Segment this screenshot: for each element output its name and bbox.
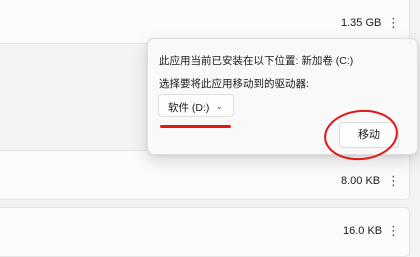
chevron-down-icon: ⌄ <box>215 101 223 111</box>
more-options-icon[interactable]: ⋮ <box>386 224 400 238</box>
drive-dropdown-value: 软件 (D:) <box>168 102 210 114</box>
red-underline-annotation <box>160 125 231 128</box>
app-size: 1.35 GB <box>341 17 382 29</box>
install-location-text: 此应用当前已安装在以下位置: 新加卷 (C:) <box>159 55 354 67</box>
app-size: 8.00 KB <box>341 175 381 187</box>
more-options-icon[interactable]: ⋮ <box>386 16 400 30</box>
more-options-icon[interactable]: ⋮ <box>386 174 400 188</box>
drive-dropdown[interactable]: 软件 (D:) ⌄ <box>158 94 234 117</box>
app-size: 16.0 KB <box>343 225 383 237</box>
select-drive-prompt: 选择要将此应用移动到的驱动器: <box>159 78 309 90</box>
